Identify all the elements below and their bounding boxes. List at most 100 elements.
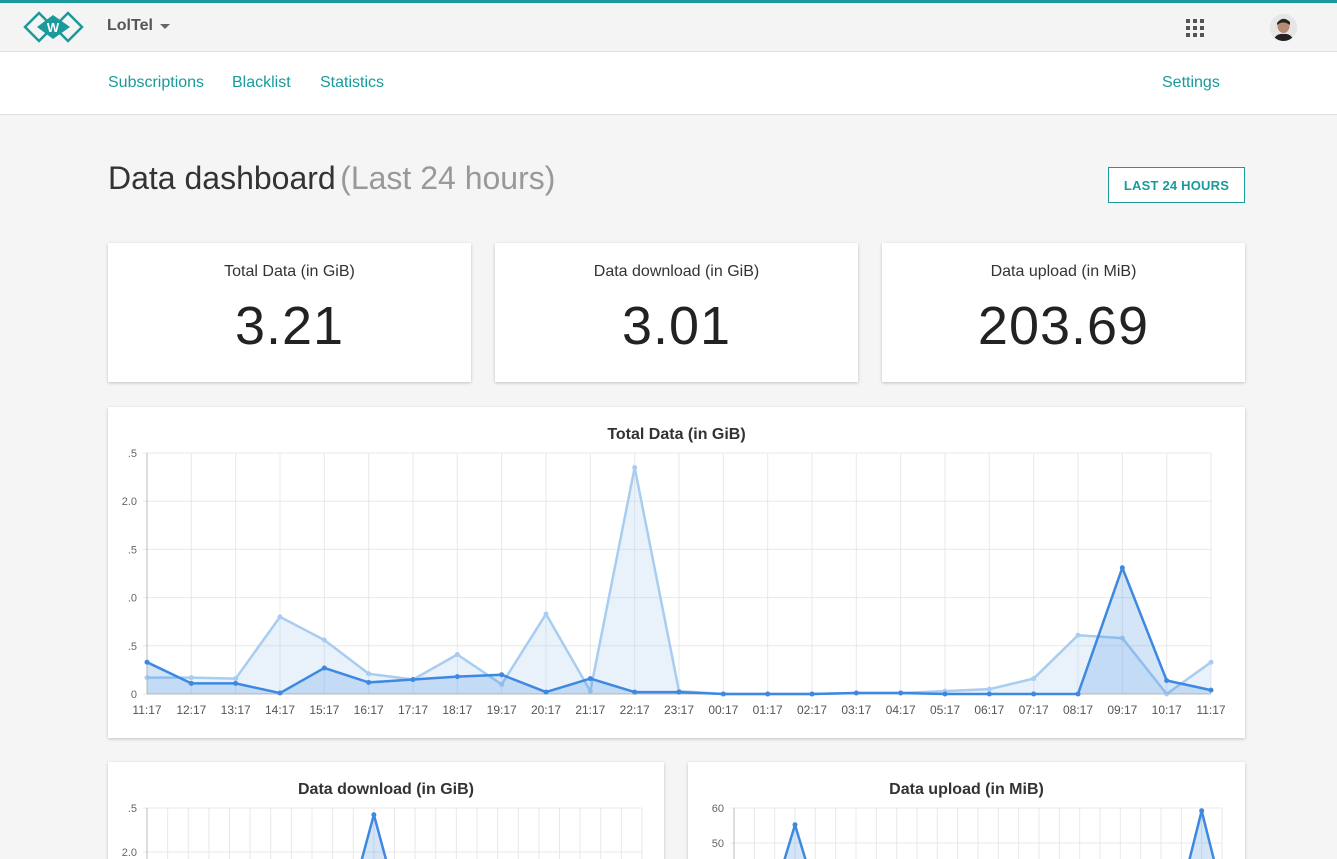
- x-tick-label: 17:17: [398, 703, 428, 717]
- data-point: [277, 614, 283, 620]
- x-tick-label: 08:17: [1063, 703, 1093, 717]
- data-point: [809, 691, 815, 697]
- data-point: [321, 637, 327, 643]
- x-tick-label: 20:17: [531, 703, 561, 717]
- x-tick-label: 02:17: [797, 703, 827, 717]
- stat-label: Data upload (in MiB): [990, 263, 1137, 280]
- data-point: [986, 686, 992, 692]
- y-tick-label: 2.0: [122, 496, 137, 508]
- y-tick-label: 50: [712, 838, 724, 850]
- x-tick-label: 05:17: [930, 703, 960, 717]
- apps-grid-icon[interactable]: [1186, 19, 1204, 37]
- x-tick-label: 10:17: [1152, 703, 1182, 717]
- data-point: [676, 689, 682, 695]
- data-point: [1031, 691, 1037, 697]
- x-tick-label: 09:17: [1107, 703, 1137, 717]
- nav-subscriptions[interactable]: Subscriptions: [108, 74, 204, 92]
- data-point: [986, 691, 992, 697]
- data-point: [587, 676, 593, 682]
- chart-card-upload: Data upload (in MiB) 60 50: [688, 762, 1245, 859]
- y-tick-label: .5: [128, 544, 137, 556]
- data-point: [188, 675, 194, 681]
- data-point: [1208, 659, 1214, 665]
- page-title: Data dashboard: [108, 160, 336, 196]
- data-point: [144, 659, 150, 665]
- y-tick-label: .5: [128, 448, 137, 460]
- x-tick-label: 11:17: [132, 703, 161, 717]
- upload-chart: 60 50: [712, 803, 1223, 859]
- data-point: [1031, 676, 1037, 682]
- data-point: [233, 680, 239, 686]
- org-switcher[interactable]: LolTel: [107, 17, 170, 35]
- org-name: LolTel: [107, 17, 153, 34]
- data-point: [366, 679, 372, 685]
- main-nav: Subscriptions Blacklist Statistics Setti…: [0, 52, 1337, 115]
- data-point: [853, 690, 859, 696]
- data-point: [371, 812, 377, 818]
- x-tick-label: 15:17: [309, 703, 339, 717]
- x-tick-label: 11:17: [1196, 703, 1225, 717]
- page-title-row: Data dashboard (Last 24 hours): [108, 160, 555, 197]
- data-point: [1075, 632, 1081, 638]
- total-data-chart: .5 2.0 .5 .0 .5 0 11:17 12:17 13:17 14:17 15:17 16:…: [122, 448, 1226, 717]
- stat-label: Data download (in GiB): [593, 263, 760, 280]
- x-tick-label: 18:17: [442, 703, 472, 717]
- logo-text: W: [47, 20, 60, 35]
- x-tick-label: 21:17: [575, 703, 605, 717]
- data-point: [543, 611, 549, 617]
- data-point: [792, 822, 798, 828]
- stat-card-download: Data download (in GiB) 3.01: [495, 243, 858, 382]
- stat-label: Total Data (in GiB): [224, 263, 355, 280]
- x-tick-label: 06:17: [974, 703, 1004, 717]
- data-point: [454, 674, 460, 680]
- x-tick-label: 22:17: [620, 703, 650, 717]
- chart-card-download: Data download (in GiB) .5 2.0: [108, 762, 664, 859]
- data-point: [1208, 687, 1214, 693]
- stat-card-total: Total Data (in GiB) 3.21: [108, 243, 471, 382]
- x-tick-label: 00:17: [708, 703, 738, 717]
- data-point: [632, 689, 638, 695]
- x-tick-label: 12:17: [176, 703, 206, 717]
- user-avatar[interactable]: [1270, 14, 1297, 41]
- stat-value: 203.69: [977, 296, 1150, 356]
- data-point: [233, 676, 239, 682]
- data-point: [1119, 565, 1125, 571]
- stat-value: 3.01: [621, 296, 732, 356]
- y-tick-label: .5: [128, 641, 137, 653]
- data-point: [1199, 808, 1205, 814]
- y-tick-label: 2.0: [122, 847, 137, 859]
- time-range-button[interactable]: LAST 24 HOURS: [1108, 167, 1245, 203]
- data-point: [277, 690, 283, 696]
- y-tick-label: 60: [712, 803, 724, 815]
- chart-card-total: Total Data (in GiB) .5 2.0.5.0.5 0 11:17 12:…: [108, 407, 1245, 738]
- y-tick-label: 0: [131, 689, 137, 701]
- stat-card-upload: Data upload (in MiB) 203.69: [882, 243, 1245, 382]
- data-point: [720, 691, 726, 697]
- data-point: [1164, 678, 1170, 684]
- data-point: [942, 691, 948, 697]
- data-point: [765, 691, 771, 697]
- data-point: [543, 689, 549, 695]
- caret-down-icon: [159, 23, 170, 29]
- data-point: [410, 677, 416, 683]
- nav-statistics[interactable]: Statistics: [320, 74, 384, 92]
- data-point: [1075, 691, 1081, 697]
- company-logo[interactable]: W: [23, 11, 84, 43]
- data-point: [366, 671, 372, 677]
- page-subtitle: (Last 24 hours): [340, 160, 556, 196]
- x-tick-label: 23:17: [664, 703, 694, 717]
- x-tick-label: 03:17: [841, 703, 871, 717]
- data-point: [188, 680, 194, 686]
- x-tick-label: 14:17: [265, 703, 295, 717]
- nav-blacklist[interactable]: Blacklist: [232, 74, 291, 92]
- x-tick-label: 01:17: [753, 703, 783, 717]
- data-point: [454, 651, 460, 657]
- data-point: [321, 665, 327, 671]
- nav-settings[interactable]: Settings: [1162, 74, 1220, 92]
- app-header: W LolTel: [0, 3, 1337, 52]
- x-tick-label: 19:17: [487, 703, 517, 717]
- x-tick-label: 07:17: [1019, 703, 1049, 717]
- download-chart: .5 2.0: [122, 803, 643, 859]
- y-tick-label: .5: [128, 803, 137, 815]
- data-point: [898, 690, 904, 696]
